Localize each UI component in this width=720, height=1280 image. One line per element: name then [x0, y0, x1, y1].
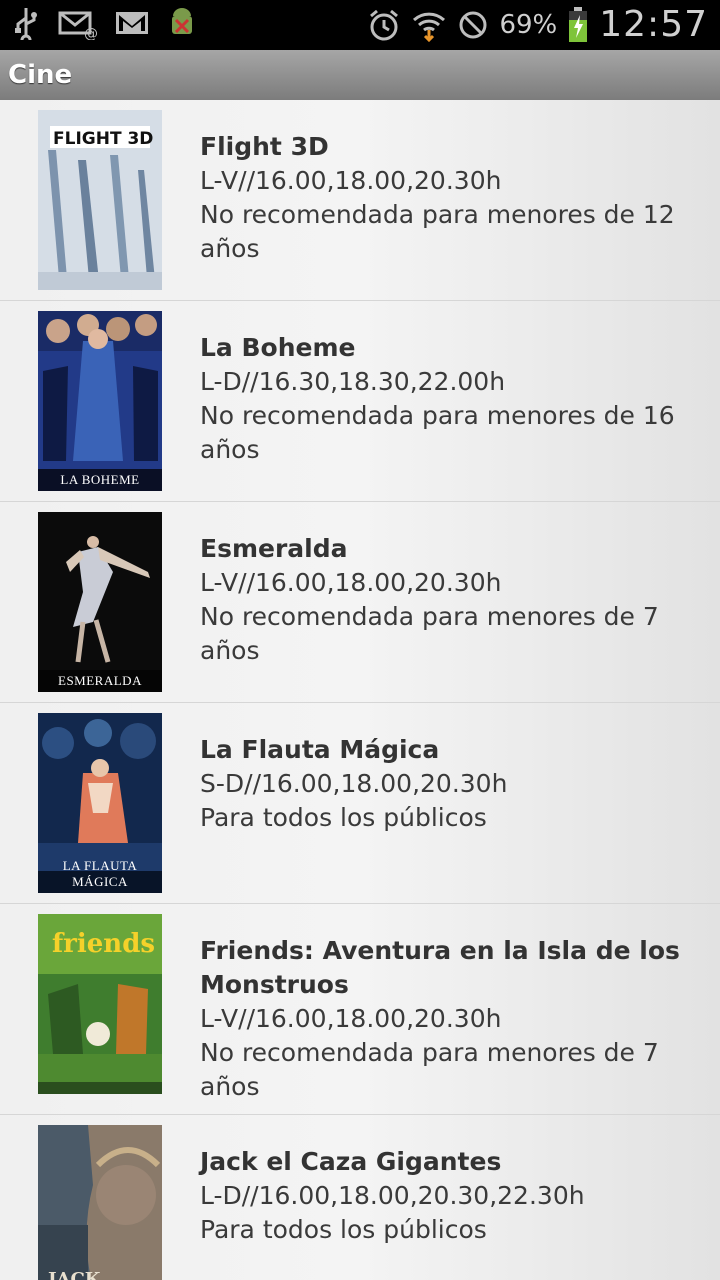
- list-item[interactable]: JACK Jack el Caza Gigantes L-D//16.00,18…: [0, 1115, 720, 1280]
- movie-rating: No recomendada para menores de 7 años: [200, 1038, 659, 1101]
- movie-schedule: S-D//16.00,18.00,20.30h: [200, 769, 508, 798]
- movie-rating: Para todos los públicos: [200, 803, 487, 832]
- android-debug-icon: [172, 8, 192, 34]
- movie-title: Flight 3D: [200, 132, 329, 161]
- gmail-icon: [116, 12, 148, 34]
- movie-poster: LA FLAUTA MÁGICA: [38, 713, 162, 893]
- email-icon: @: [58, 11, 98, 40]
- blocked-icon: [459, 11, 487, 38]
- movie-poster: JACK: [38, 1125, 162, 1280]
- movie-schedule: L-D//16.30,18.30,22.00h: [200, 367, 506, 396]
- movie-schedule: L-V//16.00,18.00,20.30h: [200, 568, 502, 597]
- movie-title: La Boheme: [200, 333, 356, 362]
- movie-title: Friends: Aventura en la Isla de los Mons…: [200, 936, 680, 999]
- clock: 12:57: [599, 4, 708, 45]
- wifi-icon: [413, 12, 446, 42]
- poster-logo: FLIGHT 3D: [53, 129, 153, 149]
- list-item[interactable]: LA BOHEME La Boheme L-D//16.30,18.30,22.…: [0, 301, 720, 502]
- movie-title: Esmeralda: [200, 534, 348, 563]
- movie-list[interactable]: FLIGHT 3D Flight 3D L-V//16.00,18.00,20.…: [0, 100, 720, 1280]
- poster-caption: LA BOHEME: [60, 472, 140, 487]
- poster-logo: friends: [52, 929, 155, 959]
- movie-rating: Para todos los públicos: [200, 1215, 487, 1244]
- list-item[interactable]: FLIGHT 3D Flight 3D L-V//16.00,18.00,20.…: [0, 100, 720, 301]
- action-bar: Cine: [0, 50, 720, 101]
- movie-schedule: L-V//16.00,18.00,20.30h: [200, 166, 502, 195]
- list-item[interactable]: LA FLAUTA MÁGICA La Flauta Mágica S-D//1…: [0, 703, 720, 904]
- movie-poster: FLIGHT 3D: [38, 110, 162, 290]
- movie-schedule: L-V//16.00,18.00,20.30h: [200, 1004, 502, 1033]
- alarm-icon: [370, 9, 399, 40]
- svg-text:@: @: [84, 26, 98, 40]
- battery-percent: 69%: [499, 9, 558, 40]
- movie-rating: No recomendada para menores de 12 años: [200, 200, 675, 263]
- poster-caption: ESMERALDA: [58, 673, 142, 688]
- list-item[interactable]: ESMERALDA Esmeralda L-V//16.00,18.00,20.…: [0, 502, 720, 703]
- movie-schedule: L-D//16.00,18.00,20.30,22.30h: [200, 1181, 585, 1210]
- poster-caption: LA FLAUTA MÁGICA: [62, 858, 138, 889]
- usb-icon: [15, 8, 37, 40]
- movie-poster: ESMERALDA: [38, 512, 162, 692]
- movie-rating: No recomendada para menores de 7 años: [200, 602, 659, 665]
- movie-poster: friends: [38, 914, 162, 1094]
- movie-poster: LA BOHEME: [38, 311, 162, 491]
- movie-title: Jack el Caza Gigantes: [200, 1147, 502, 1176]
- poster-logo: JACK: [46, 1269, 102, 1280]
- battery-icon: [569, 6, 588, 42]
- page-title: Cine: [8, 60, 73, 90]
- list-item[interactable]: friends Friends: Aventura en la Isla de …: [0, 904, 720, 1115]
- status-bar: @ 69% 12:57: [0, 0, 720, 50]
- movie-rating: No recomendada para menores de 16 años: [200, 401, 675, 464]
- movie-title: La Flauta Mágica: [200, 735, 440, 764]
